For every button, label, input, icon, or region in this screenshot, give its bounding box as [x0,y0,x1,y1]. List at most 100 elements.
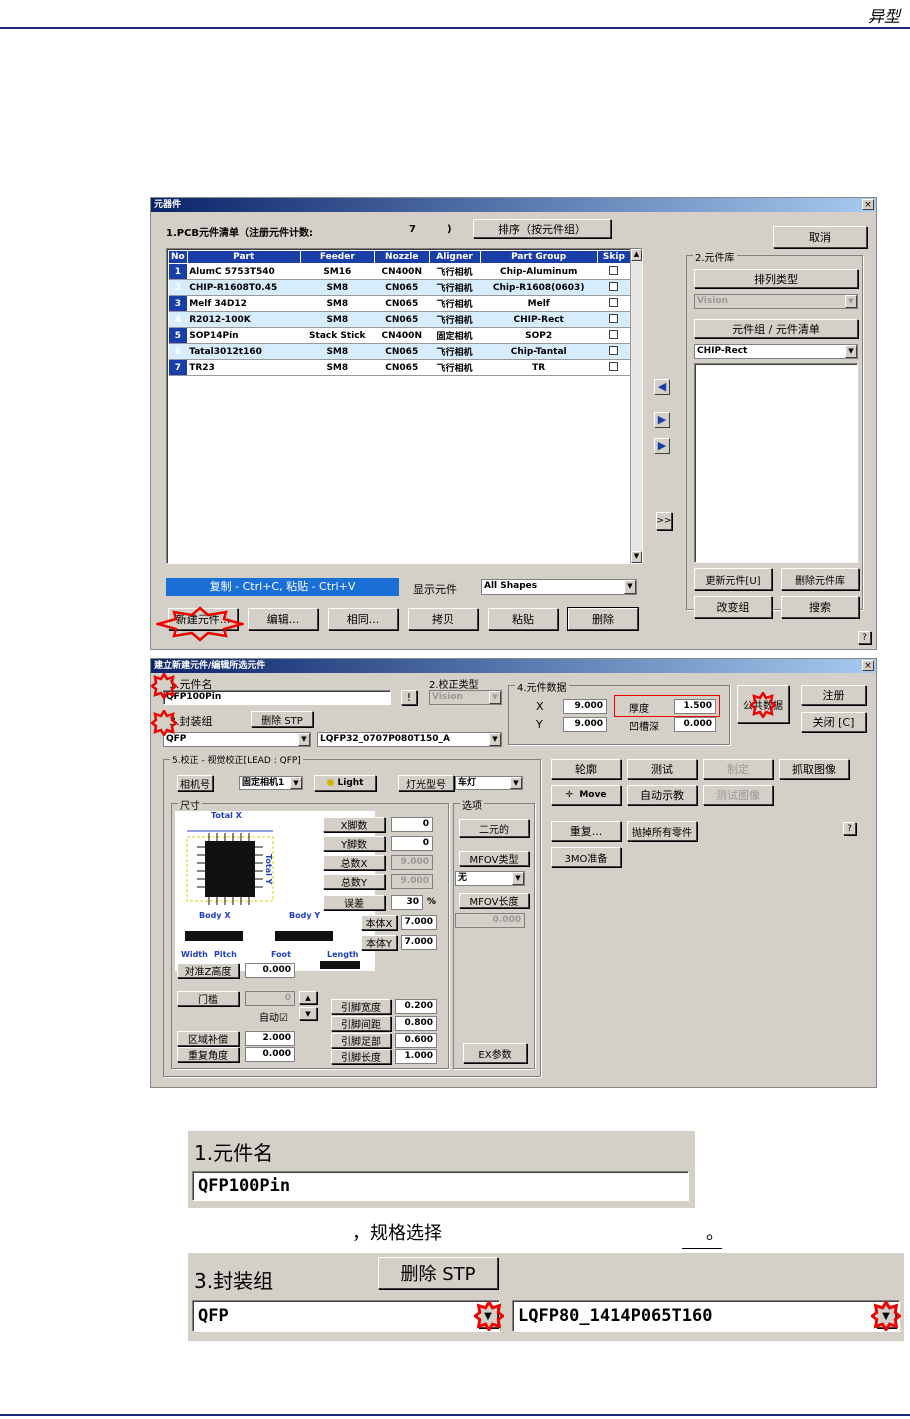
group-list-button[interactable]: 元件组 / 元件清单 [694,319,858,338]
table-row[interactable]: 4 R2012-100K SM8 CN065 飞行相机 CHIP-Rect [168,311,631,328]
close-icon[interactable]: × [862,660,874,671]
copy-button[interactable]: 拷贝 [408,608,478,630]
test-button[interactable]: 测试 [627,759,697,779]
delete-stp-button[interactable]: 删除 STP [251,711,313,727]
auto-checkbox[interactable]: 自动☑ [259,1009,288,1024]
lead-length-field[interactable]: 1.000 [395,1049,437,1064]
name-input[interactable]: QFP100Pin [163,690,391,705]
tolerance-field[interactable]: 30 [391,895,423,910]
x-field[interactable]: 9.000 [563,699,607,714]
lead-width-field[interactable]: 0.200 [395,999,437,1014]
y-pins-field[interactable]: 0 [391,836,433,851]
warning-button[interactable]: ! [401,690,417,705]
x-label: X [536,700,544,713]
chevron-down-icon: ▼ [290,777,302,789]
edit-button[interactable]: 编辑... [248,608,318,630]
sort-type-button[interactable]: 排列类型 [694,269,858,288]
capture-button[interactable]: 抓取图像 [779,759,849,779]
table-row[interactable]: 6 Tatal3012t160 SM8 CN065 飞行相机 Chip-Tantal [168,343,631,360]
list-label: 1.PCB元件清单（注册元件计数: [166,228,314,239]
table-scrollbar[interactable]: ▲ ▼ [630,249,642,563]
table-row[interactable]: 1 AlumC 5753T540 SM16 CN400N 飞行相机 Chip-Alumin… [168,263,631,280]
lead-foot-field[interactable]: 0.600 [395,1033,437,1048]
light-button[interactable]: ● Light [314,775,376,791]
closeup-spec-combo[interactable]: LQFP80_1414P065T160 [512,1300,900,1332]
discard-parts-button[interactable]: 抛掉所有零件 [627,821,697,841]
threshold-field: 0 [245,991,295,1006]
threshold-up-icon[interactable]: ▲ [299,991,317,1004]
mfov-type-combo[interactable]: 无 ▼ [455,871,525,886]
table-row[interactable]: 2 CHIP-R1608T0.45 SM8 CN065 飞行相机 Chip-R1608(0… [168,279,631,296]
spec-combo[interactable]: LQFP32_0707P080T150_A ▼ [317,732,502,747]
ex-params-button[interactable]: EX参数 [463,1043,527,1063]
mo-prep-button[interactable]: 3MO准备 [551,847,621,867]
repeat-button[interactable]: 重复... [551,821,621,841]
paste-button[interactable]: 粘贴 [488,608,558,630]
foot-tag: Foot [271,950,291,959]
area-comp-field[interactable]: 2.000 [245,1031,295,1046]
lead-pitch-field[interactable]: 0.800 [395,1016,437,1031]
chevron-down-icon: ▼ [512,872,524,885]
table-row[interactable]: 7 TR23 SM8 CN065 飞行相机 TR [168,359,631,376]
cell-aligner: 飞行相机 [429,359,481,376]
closeup-package-combo[interactable]: QFP [192,1300,500,1332]
align-z-field[interactable]: 0.000 [245,963,295,978]
help-button[interactable]: ? [858,631,871,644]
search-button[interactable]: 搜索 [781,596,859,618]
length-tag: Length [327,950,359,959]
delete-library-button[interactable]: 删除元件库 [781,568,859,590]
column-header[interactable]: Skip [596,250,632,264]
display-combo[interactable]: All Shapes ▼ [481,579,637,595]
cell-group: CHIP-Rect [480,311,598,328]
skip-checkbox[interactable] [597,359,631,376]
cancel-button[interactable]: 取消 [773,226,867,248]
skip-checkbox[interactable] [597,263,631,280]
skip-checkbox[interactable] [597,311,631,328]
camera-combo[interactable]: 固定相机1 ▼ [239,776,303,790]
register-button[interactable]: 注册 [801,685,866,705]
same-button[interactable]: 相同... [328,608,398,630]
column-header[interactable]: No [168,250,188,264]
group-list[interactable] [694,363,858,563]
closeup-delete-stp-button[interactable]: 删除 STP [378,1257,498,1289]
move-button[interactable]: ✛ Move [551,785,621,805]
skip-checkbox[interactable] [597,327,631,344]
repeat-angle-field[interactable]: 0.000 [245,1047,295,1062]
column-header[interactable]: Feeder [299,250,375,264]
auto-teach-button[interactable]: 自动示教 [627,785,697,805]
contour-button[interactable]: 轮廓 [551,759,621,779]
table-row[interactable]: 5 SOP14Pin Stack Stick CN400N 固定相机 SOP2 [168,327,631,344]
skip-checkbox[interactable] [597,343,631,360]
group-combo[interactable]: CHIP-Rect ▼ [694,344,858,359]
sort-button[interactable]: 排序（按元件组） [473,219,611,238]
lead-length-label: 引脚长度 [331,1049,391,1064]
delete-button[interactable]: 删除 [567,607,639,631]
skip-checkbox[interactable] [597,295,631,312]
skip-checkbox[interactable] [597,279,631,296]
change-group-button[interactable]: 改变组 [694,596,772,618]
close-button[interactable]: 关闭 [C] [801,712,866,732]
body-y-field[interactable]: 7.000 [401,935,437,950]
x-pins-field[interactable]: 0 [391,817,433,832]
column-header[interactable]: Part Group [479,250,598,264]
package-combo[interactable]: QFP ▼ [163,732,311,747]
body-x-field[interactable]: 7.000 [401,915,437,930]
arrow-left-icon[interactable]: ◀ [654,379,670,395]
y-field[interactable]: 9.000 [563,717,607,732]
more-button[interactable]: >> [656,512,672,530]
help-button[interactable]: ? [843,822,856,835]
recess-field[interactable]: 0.000 [674,717,716,732]
arrow-right-icon[interactable]: ▶ [654,412,670,428]
light-type-combo[interactable]: 车灯 ▼ [455,776,523,790]
arrow-right-all-icon[interactable]: ▶ [654,438,670,454]
binary-button[interactable]: 二元的 [459,819,529,837]
column-header[interactable]: Part [186,250,301,264]
closeup-name-input[interactable]: QFP100Pin [192,1171,689,1201]
close-icon[interactable]: × [862,199,874,210]
column-header[interactable]: Aligner [428,250,481,264]
table-row[interactable]: 3 Melf 34D12 SM8 CN065 飞行相机 Melf [168,295,631,312]
threshold-down-icon[interactable]: ▼ [299,1007,317,1020]
column-header[interactable]: Nozzle [373,250,430,264]
update-part-button[interactable]: 更新元件[U] [694,568,772,590]
thickness-field[interactable]: 1.500 [674,699,716,714]
